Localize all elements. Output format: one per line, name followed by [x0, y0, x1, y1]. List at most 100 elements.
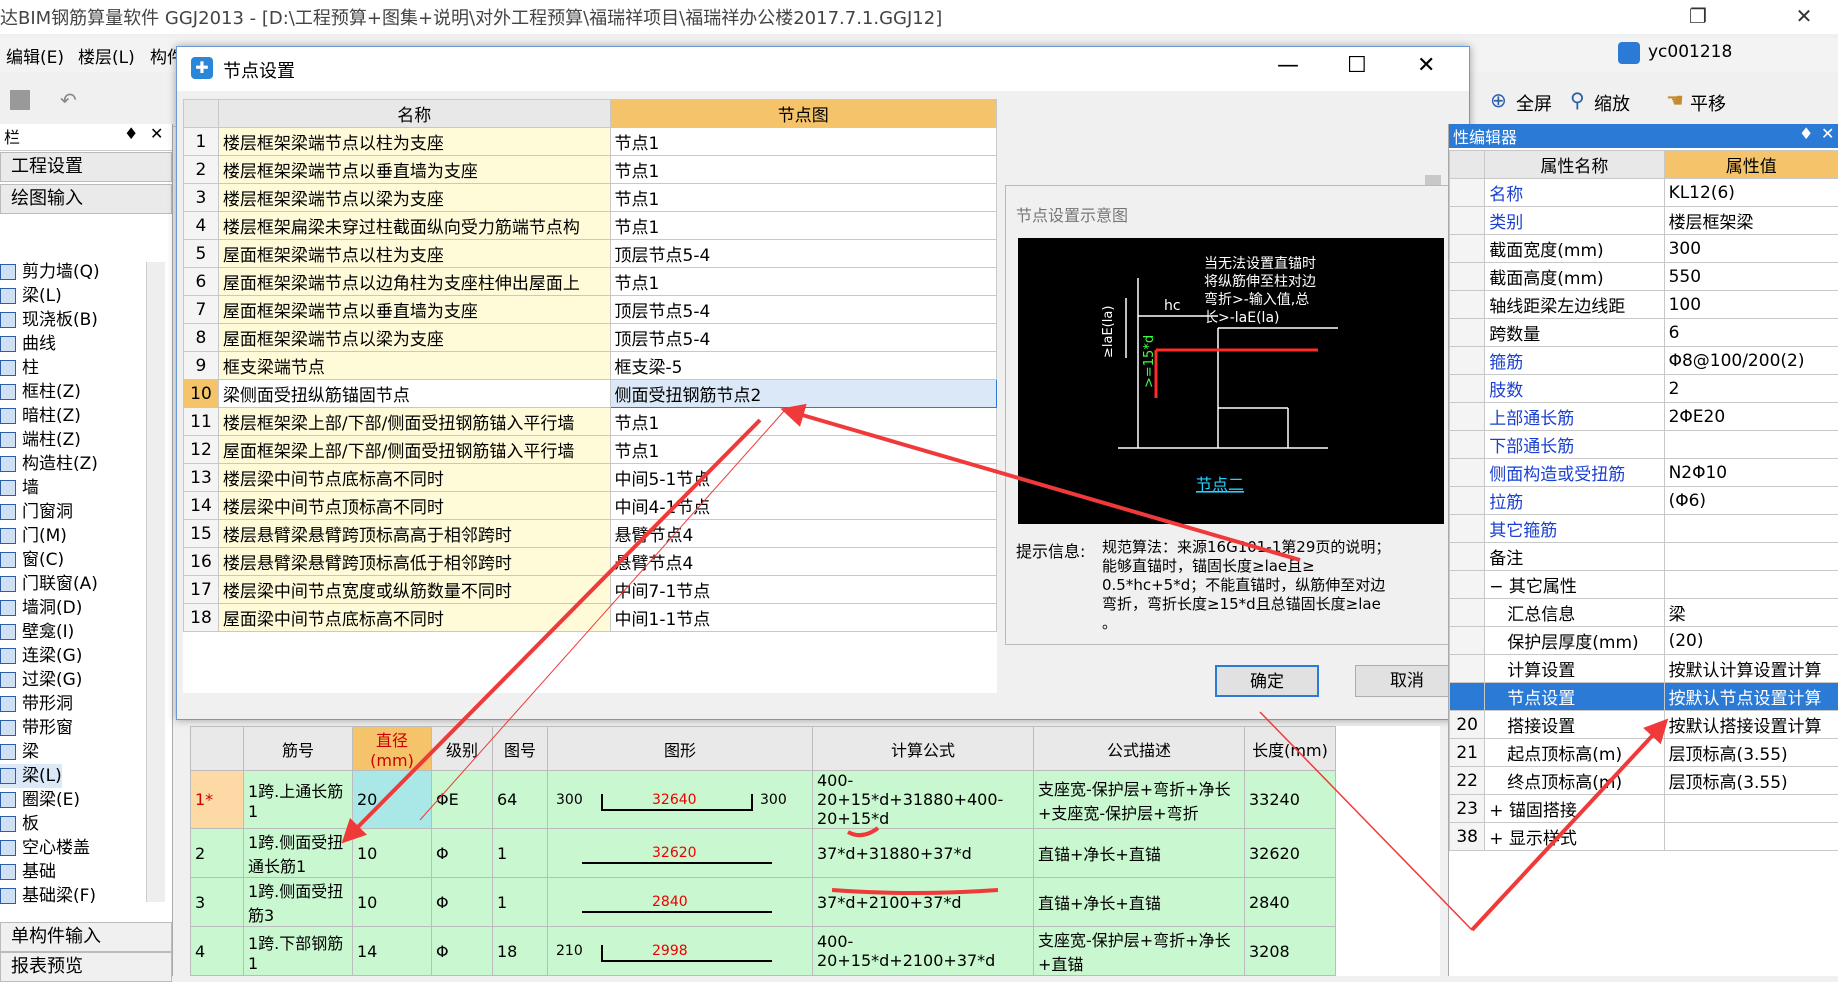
node-table-row[interactable]: 7屋面框架梁端节点以垂直墙为支座顶层节点5-4	[184, 296, 997, 324]
property-value[interactable]: 梁	[1664, 599, 1838, 627]
property-row[interactable]: 计算设置按默认计算设置计算	[1450, 655, 1838, 683]
rebar-formula-cell[interactable]: 37*d+31880+37*d	[813, 829, 1034, 878]
ok-button[interactable]: 确定	[1215, 665, 1319, 697]
rebar-row[interactable]: 1*1跨.上通长筋120ΦE6430032640300400-20+15*d+3…	[191, 771, 1336, 829]
property-row[interactable]: 截面宽度(mm)300	[1450, 235, 1838, 263]
tree-item[interactable]: 梁	[0, 740, 39, 764]
pan-button[interactable]: 平移	[1690, 90, 1726, 116]
user-name[interactable]: yc001218	[1648, 42, 1732, 62]
rebar-fig-cell[interactable]: 1	[493, 878, 548, 927]
property-row[interactable]: 22终点顶标高(m)层顶标高(3.55)	[1450, 767, 1838, 795]
rebar-desc-cell[interactable]: 支座宽-保护层+弯折+净长+直锚	[1034, 927, 1245, 976]
report-preview-button[interactable]: 报表预览	[0, 952, 172, 982]
property-value[interactable]	[1664, 823, 1838, 851]
node-diagram-cell[interactable]: 中间7-1节点	[610, 576, 996, 604]
property-value[interactable]: (Φ6)	[1664, 487, 1838, 515]
tree-scrollbar[interactable]	[146, 262, 165, 902]
cancel-button[interactable]: 取消	[1355, 665, 1459, 697]
node-table-row[interactable]: 11楼层框架梁上部/下部/侧面受扭钢筋锚入平行墙节点1	[184, 408, 997, 436]
property-row[interactable]: 拉筋(Φ6)	[1450, 487, 1838, 515]
minimize-icon[interactable]: —	[1277, 53, 1299, 78]
rebar-fig-cell[interactable]: 18	[493, 927, 548, 976]
rebar-desc-cell[interactable]: 直锚+净长+直锚	[1034, 829, 1245, 878]
rebar-len-cell[interactable]: 32620	[1245, 829, 1336, 878]
tree-item[interactable]: 门(M)	[0, 524, 67, 548]
rebar-grade-cell[interactable]: Φ	[432, 927, 493, 976]
property-row[interactable]: 肢数2	[1450, 375, 1838, 403]
single-component-input-button[interactable]: 单构件输入	[0, 922, 172, 952]
node-diagram-cell[interactable]: 节点1	[610, 408, 996, 436]
property-row[interactable]: 轴线距梁左边线距100	[1450, 291, 1838, 319]
node-diagram-cell[interactable]: 中间4-1节点	[610, 492, 996, 520]
tree-item[interactable]: 过梁(G)	[0, 668, 82, 692]
rebar-name-cell[interactable]: 1跨.侧面受扭筋3	[244, 878, 353, 927]
menu-floor[interactable]: 楼层(L)	[78, 43, 135, 68]
property-value[interactable]: 楼层框架梁	[1664, 207, 1838, 235]
tree-item[interactable]: 现浇板(B)	[0, 308, 98, 332]
menu-edit[interactable]: 编辑(E)	[6, 43, 64, 68]
rebar-idx-cell[interactable]: 3	[191, 878, 244, 927]
tree-item[interactable]: 基础	[0, 860, 56, 884]
rebar-formula-cell[interactable]: 37*d+2100+37*d	[813, 878, 1034, 927]
node-diagram-cell[interactable]: 节点1	[610, 128, 996, 156]
node-diagram-cell[interactable]: 中间1-1节点	[610, 604, 996, 632]
tree-item[interactable]: 门联窗(A)	[0, 572, 98, 596]
rebar-grade-cell[interactable]: ΦE	[432, 771, 493, 829]
rebar-formula-cell[interactable]: 400-20+15*d+31880+400-20+15*d	[813, 771, 1034, 829]
property-value[interactable]	[1664, 571, 1838, 599]
tree-item[interactable]: 带形窗	[0, 716, 73, 740]
property-row[interactable]: 保护层厚度(mm)(20)	[1450, 627, 1838, 655]
rebar-idx-cell[interactable]: 2	[191, 829, 244, 878]
node-table-row[interactable]: 8屋面框架梁端节点以梁为支座顶层节点5-4	[184, 324, 997, 352]
property-value[interactable]: 6	[1664, 319, 1838, 347]
rebar-dia-cell[interactable]: 10	[353, 829, 432, 878]
undo-icon[interactable]: ↶	[60, 88, 77, 112]
node-table-row[interactable]: 6屋面框架梁端节点以边角柱为支座柱伸出屋面上节点1	[184, 268, 997, 296]
maximize-icon[interactable]: ☐	[1347, 53, 1367, 78]
rebar-fig-cell[interactable]: 64	[493, 771, 548, 829]
rebar-dia-cell[interactable]: 10	[353, 878, 432, 927]
rebar-name-cell[interactable]: 1跨.下部钢筋1	[244, 927, 353, 976]
node-table-row[interactable]: 1楼层框架梁端节点以柱为支座节点1	[184, 128, 997, 156]
property-value[interactable]	[1664, 543, 1838, 571]
property-value[interactable]: N2Φ10	[1664, 459, 1838, 487]
node-diagram-cell[interactable]: 顶层节点5-4	[610, 324, 996, 352]
dialog-close-icon[interactable]: ✕	[1417, 53, 1435, 78]
property-value[interactable]: 层顶标高(3.55)	[1664, 767, 1838, 795]
node-table-row[interactable]: 5屋面框架梁端节点以柱为支座顶层节点5-4	[184, 240, 997, 268]
node-table-row[interactable]: 18屋面梁中间节点底标高不同时中间1-1节点	[184, 604, 997, 632]
tree-item[interactable]: 墙洞(D)	[0, 596, 82, 620]
close-window-button[interactable]: ✕	[1780, 0, 1828, 34]
tree-item[interactable]: 梁(L)	[0, 284, 62, 308]
node-table-row[interactable]: 3楼层框架梁端节点以梁为支座节点1	[184, 184, 997, 212]
rebar-row[interactable]: 41跨.下部钢筋114Φ182102998400-20+15*d+2100+37…	[191, 927, 1336, 976]
rebar-len-cell[interactable]: 3208	[1245, 927, 1336, 976]
rebar-len-cell[interactable]: 2840	[1245, 878, 1336, 927]
node-diagram-cell[interactable]: 悬臂节点4	[610, 548, 996, 576]
node-diagram-cell[interactable]: 侧面受扭钢筋节点2	[610, 380, 996, 408]
node-table-row[interactable]: 12屋面框架梁上部/下部/侧面受扭钢筋锚入平行墙节点1	[184, 436, 997, 464]
rebar-row[interactable]: 31跨.侧面受扭筋310Φ1284037*d+2100+37*d直锚+净长+直锚…	[191, 878, 1336, 927]
tree-item[interactable]: 构造柱(Z)	[0, 452, 98, 476]
property-value[interactable]: 按默认计算设置计算	[1664, 655, 1838, 683]
rebar-grade-cell[interactable]: Φ	[432, 878, 493, 927]
tree-item[interactable]: 壁龛(I)	[0, 620, 74, 644]
project-settings-button[interactable]: 工程设置	[0, 152, 172, 182]
pin-icon[interactable]: ♦	[124, 124, 138, 143]
tree-item[interactable]: 窗(C)	[0, 548, 64, 572]
property-value[interactable]: 2	[1664, 375, 1838, 403]
rebar-row[interactable]: 21跨.侧面受扭通长筋110Φ13262037*d+31880+37*d直锚+净…	[191, 829, 1336, 878]
node-table-row[interactable]: 17楼层梁中间节点宽度或纵筋数量不同时中间7-1节点	[184, 576, 997, 604]
node-table-row[interactable]: 2楼层框架梁端节点以垂直墙为支座节点1	[184, 156, 997, 184]
property-value[interactable]: KL12(6)	[1664, 179, 1838, 207]
tree-item[interactable]: 梁(L)	[0, 764, 62, 788]
node-diagram-cell[interactable]: 节点1	[610, 212, 996, 240]
property-row[interactable]: 类别楼层框架梁	[1450, 207, 1838, 235]
property-value[interactable]: 层顶标高(3.55)	[1664, 739, 1838, 767]
node-table-row[interactable]: 14楼层梁中间节点顶标高不同时中间4-1节点	[184, 492, 997, 520]
rebar-name-cell[interactable]: 1跨.上通长筋1	[244, 771, 353, 829]
tree-item[interactable]: 基础梁(F)	[0, 884, 96, 908]
rebar-desc-cell[interactable]: 支座宽-保护层+弯折+净长+支座宽-保护层+弯折	[1034, 771, 1245, 829]
property-row[interactable]: 备注	[1450, 543, 1838, 571]
node-diagram-cell[interactable]: 中间5-1节点	[610, 464, 996, 492]
